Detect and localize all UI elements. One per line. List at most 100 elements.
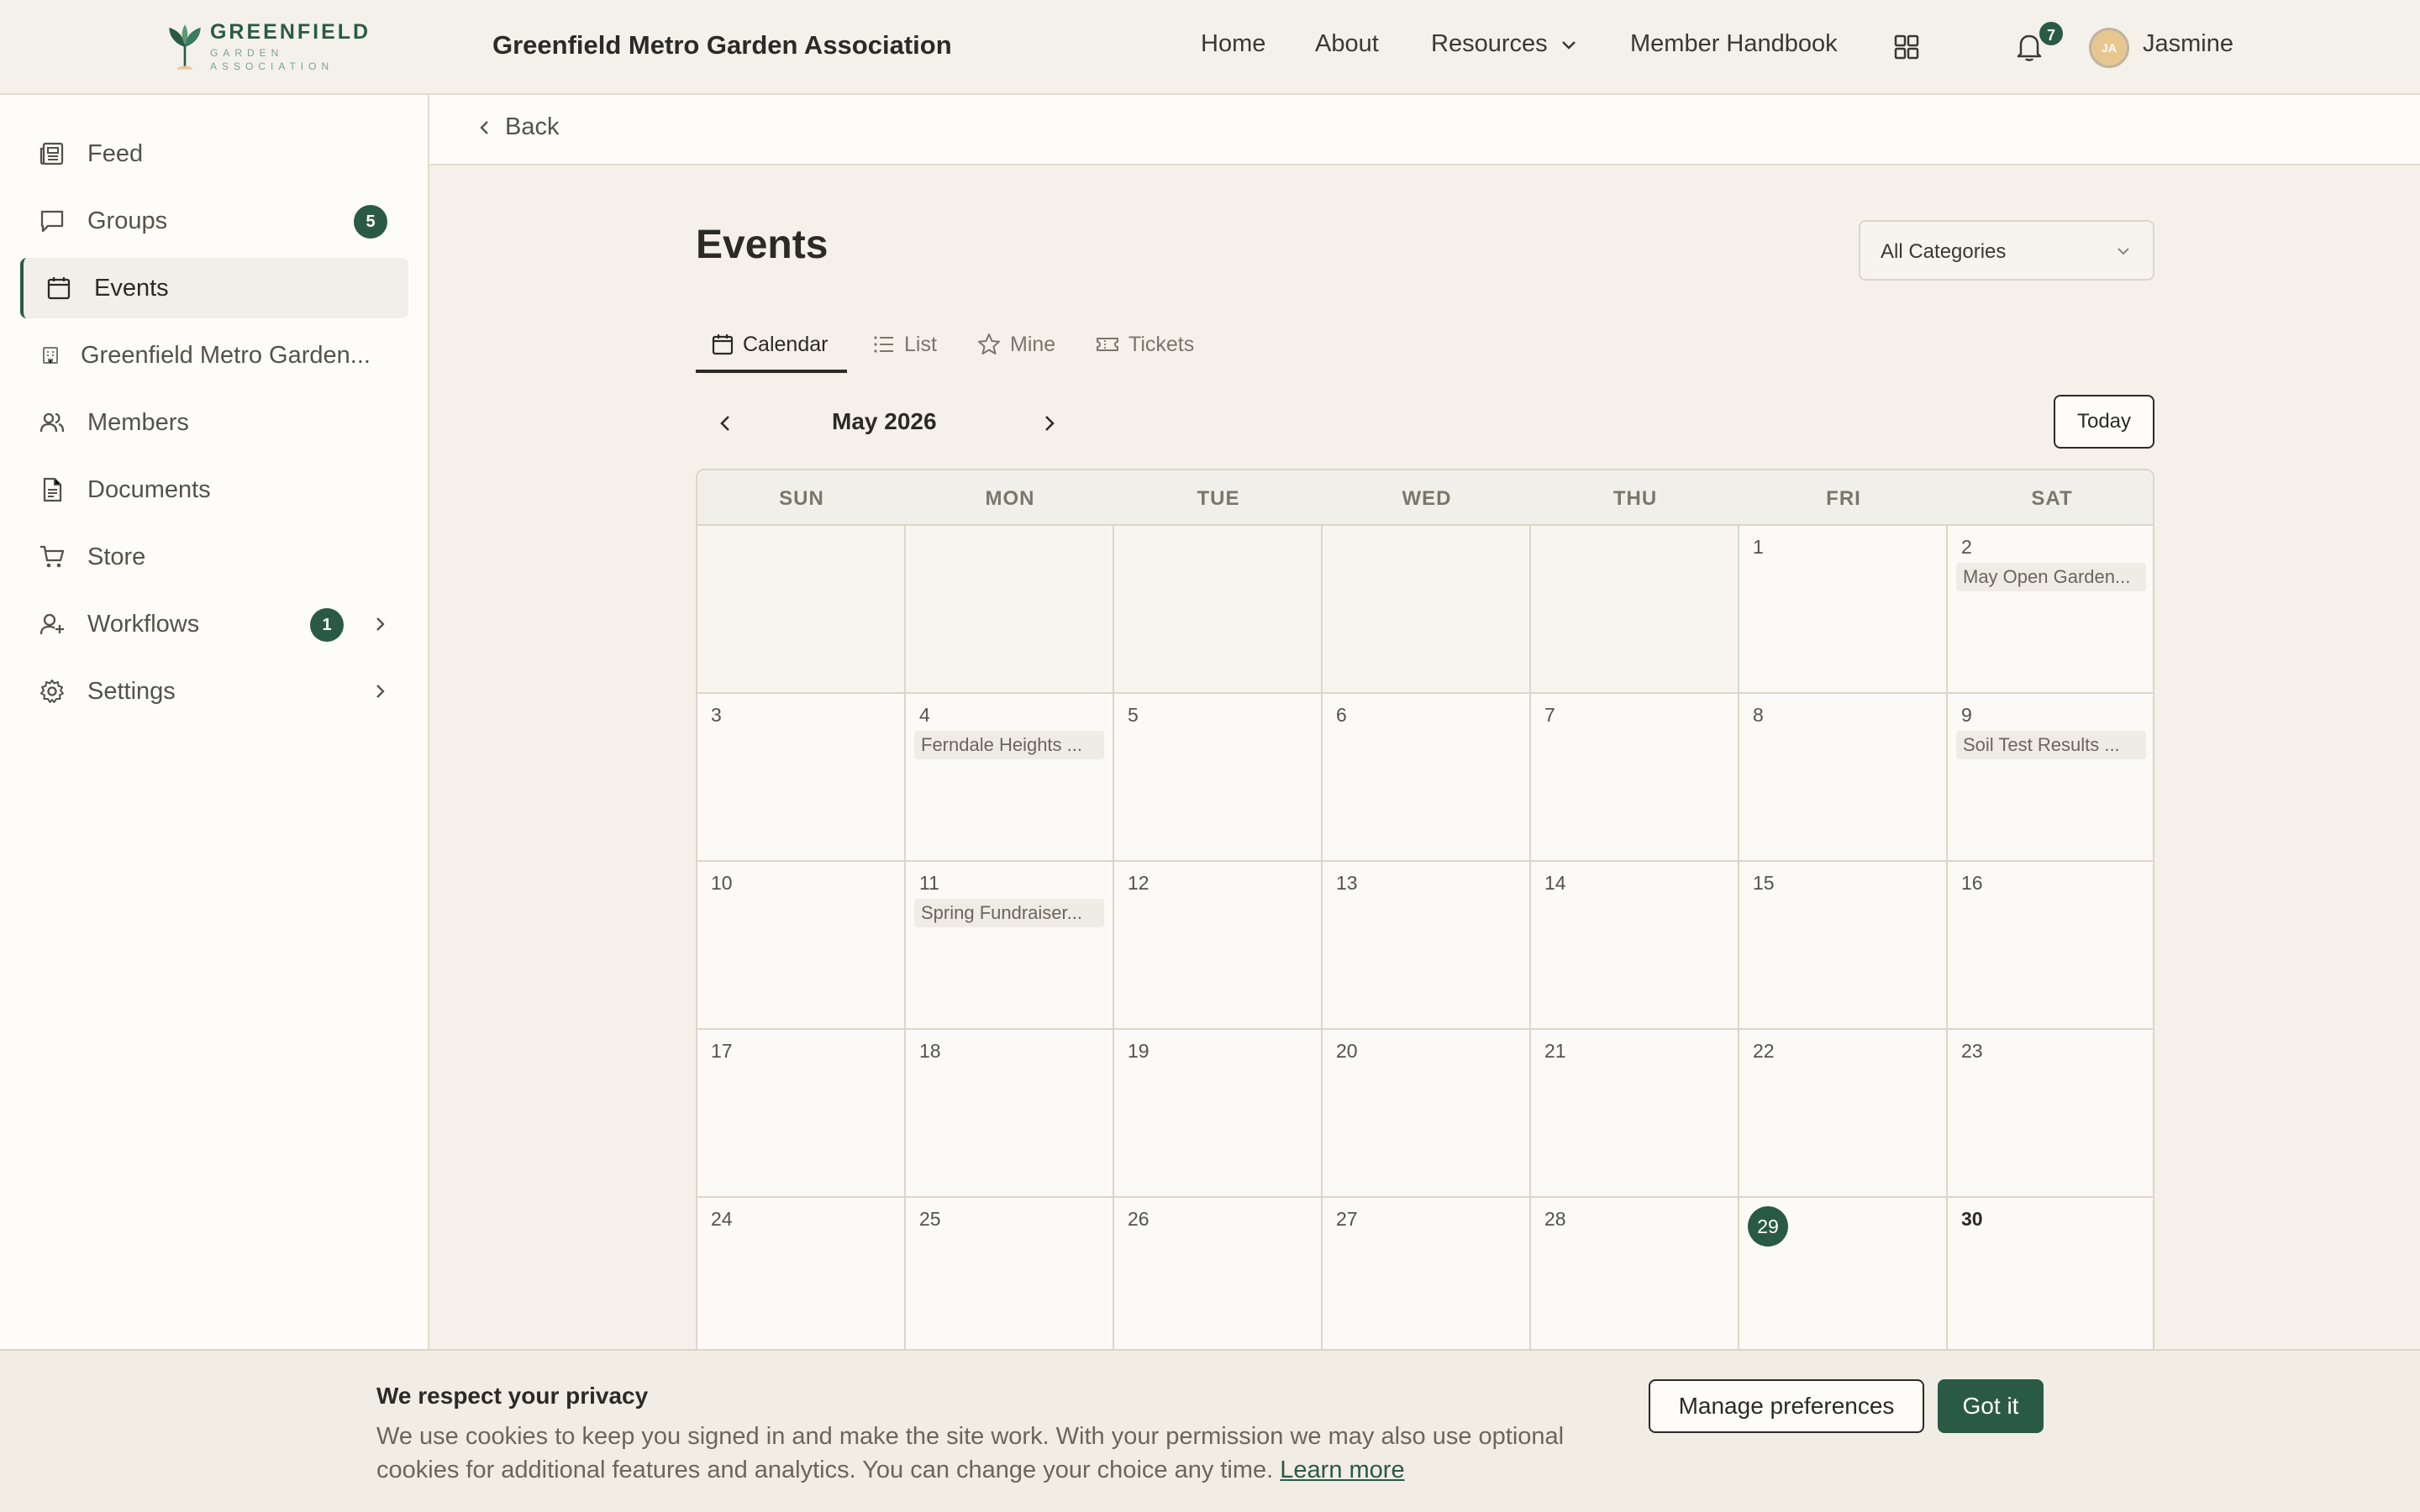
calendar-day[interactable]: 15 [1739, 862, 1948, 1030]
calendar-day[interactable]: 4 Ferndale Heights ... [906, 694, 1114, 862]
tab-mine[interactable]: Mine [976, 314, 1055, 375]
sidebar-item-settings[interactable]: Settings [20, 661, 408, 722]
calendar-day[interactable]: 26 [1114, 1198, 1323, 1349]
month-label: May 2026 [832, 408, 937, 434]
page-title: Events [696, 223, 829, 267]
sidebar-item-label: Store [87, 543, 146, 570]
nav-home-link[interactable]: Home [1201, 30, 1265, 58]
calendar-day-empty [906, 526, 1114, 694]
calendar-day[interactable]: 16 [1948, 862, 2153, 1030]
calendar-day[interactable]: 12 [1114, 862, 1323, 1030]
calendar-day[interactable]: 8 [1739, 694, 1948, 862]
day-number: 1 [1753, 536, 1764, 558]
weekday-label: MON [985, 487, 1035, 510]
day-number: 19 [1128, 1040, 1150, 1062]
calendar-day[interactable]: 13 [1323, 862, 1531, 1030]
calendar-day[interactable]: 23 [1948, 1030, 2153, 1198]
accept-cookies-button[interactable]: Got it [1938, 1379, 2044, 1433]
calendar-day[interactable]: 9 Soil Test Results ... [1948, 694, 2153, 862]
day-number: 15 [1753, 872, 1775, 894]
calendar-icon [47, 277, 71, 300]
sidebar-item-label: Settings [87, 678, 176, 705]
user-plus-icon [39, 613, 64, 635]
cookie-text: We use cookies to keep you signed in and… [376, 1420, 1612, 1487]
list-icon [874, 336, 893, 353]
sidebar-item-label: Groups [87, 207, 168, 234]
calendar-day-empty [1114, 526, 1323, 694]
calendar-day[interactable]: 22 [1739, 1030, 1948, 1198]
calendar-day[interactable]: 24 [697, 1198, 906, 1349]
calendar-day-today[interactable]: 29 [1739, 1198, 1948, 1349]
sprout-logo-icon [169, 24, 201, 70]
event-chip[interactable]: Spring Fundraiser... [914, 899, 1104, 927]
day-number: 16 [1961, 872, 1983, 894]
event-chip[interactable]: May Open Garden... [1956, 563, 2146, 591]
tab-list[interactable]: List [872, 314, 937, 375]
active-tab-indicator [696, 370, 847, 373]
nav-about-link[interactable]: About [1315, 30, 1379, 58]
learn-more-link[interactable]: Learn more [1280, 1457, 1404, 1483]
event-chip[interactable]: Soil Test Results ... [1956, 731, 2146, 759]
calendar-day[interactable]: 17 [697, 1030, 906, 1198]
calendar-day[interactable]: 11 Spring Fundraiser... [906, 862, 1114, 1030]
nav-resources-label: Resources [1431, 30, 1548, 57]
tab-tickets[interactable]: Tickets [1095, 314, 1194, 375]
calendar-day[interactable]: 27 [1323, 1198, 1531, 1349]
sidebar-item-feed[interactable]: Feed [20, 123, 408, 184]
calendar-day[interactable]: 19 [1114, 1030, 1323, 1198]
back-button[interactable]: Back [476, 113, 559, 141]
sidebar-item-documents[interactable]: Documents [20, 459, 408, 520]
calendar-day[interactable]: 20 [1323, 1030, 1531, 1198]
document-icon [43, 477, 62, 502]
tab-calendar[interactable]: Calendar [711, 314, 828, 375]
calendar-day[interactable]: 2 May Open Garden... [1948, 526, 2153, 694]
sidebar-item-association[interactable]: Greenfield Metro Garden... [20, 325, 408, 386]
calendar-day[interactable]: 3 [697, 694, 906, 862]
calendar-day[interactable]: 7 [1531, 694, 1739, 862]
nav-resources-dropdown[interactable]: Resources [1431, 30, 1578, 58]
sidebar-item-label: Events [94, 275, 169, 302]
chevron-left-icon [480, 120, 488, 134]
apps-grid-icon[interactable] [1893, 34, 1920, 60]
next-month-button[interactable] [1034, 408, 1064, 438]
cookie-title: We respect your privacy [376, 1383, 649, 1409]
category-select[interactable]: All Categories [1859, 220, 2154, 281]
calendar-day[interactable]: 25 [906, 1198, 1114, 1349]
calendar-day[interactable]: 1 [1739, 526, 1948, 694]
event-chip[interactable]: Ferndale Heights ... [914, 731, 1104, 759]
sidebar-item-store[interactable]: Store [20, 527, 408, 587]
sidebar-item-groups[interactable]: Groups 5 [20, 191, 408, 251]
calendar-day[interactable]: 10 [697, 862, 906, 1030]
sidebar-item-events[interactable]: Events [20, 258, 408, 318]
weekday-label: FRI [1826, 487, 1861, 510]
calendar-day[interactable]: 30 [1948, 1198, 2153, 1349]
manage-preferences-button[interactable]: Manage preferences [1649, 1379, 1924, 1433]
day-number: 14 [1544, 872, 1566, 894]
chat-bubble-icon [40, 210, 64, 233]
calendar-day[interactable]: 28 [1531, 1198, 1739, 1349]
calendar-day[interactable]: 5 [1114, 694, 1323, 862]
day-number: 17 [711, 1040, 733, 1062]
sidebar-item-members[interactable]: Members [20, 392, 408, 453]
sidebar-item-label: Documents [87, 476, 211, 503]
weekday-label: SAT [2031, 487, 2073, 510]
previous-month-button[interactable] [711, 408, 741, 438]
back-label: Back [505, 113, 560, 140]
site-logo[interactable]: GREENFIELD GARDEN ASSOCIATION [165, 18, 392, 74]
sidebar-item-workflows[interactable]: Workflows 1 [20, 594, 408, 654]
tab-label: Mine [1010, 332, 1056, 356]
sidebar-item-label: Greenfield Metro Garden... [81, 342, 371, 369]
user-name[interactable]: Jasmine [2143, 30, 2233, 58]
calendar-day[interactable]: 18 [906, 1030, 1114, 1198]
avatar[interactable]: JA [2089, 28, 2129, 68]
calendar-day[interactable]: 21 [1531, 1030, 1739, 1198]
site-title[interactable]: Greenfield Metro Garden Association [492, 30, 952, 60]
logo-name: GREENFIELD [209, 20, 371, 44]
calendar-day[interactable]: 14 [1531, 862, 1739, 1030]
back-bar: Back [429, 95, 2420, 165]
calendar-day[interactable]: 6 [1323, 694, 1531, 862]
ticket-icon [1097, 338, 1118, 351]
nav-handbook-link[interactable]: Member Handbook [1630, 30, 1838, 58]
top-bar: GREENFIELD GARDEN ASSOCIATION Greenfield… [0, 0, 2420, 95]
today-button[interactable]: Today [2054, 395, 2154, 449]
